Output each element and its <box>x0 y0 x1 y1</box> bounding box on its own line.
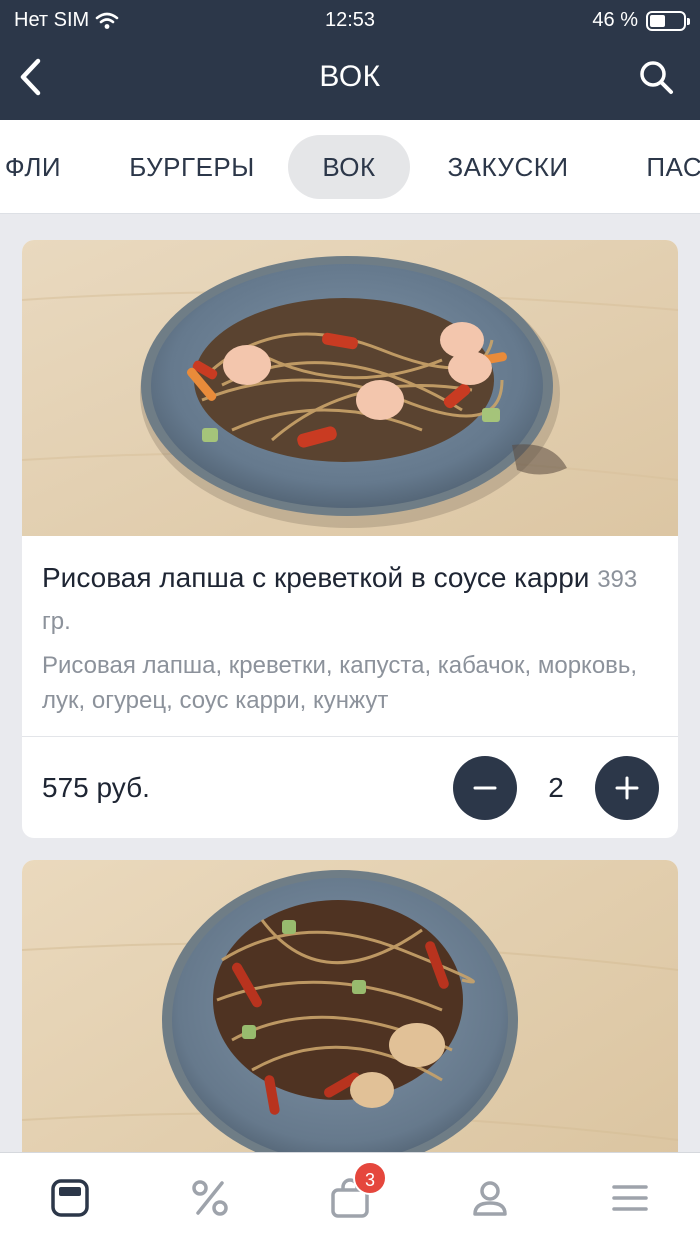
battery-percent: 46 % <box>592 9 638 31</box>
product-image <box>22 240 678 536</box>
tab-burgers[interactable]: БУРГЕРЫ <box>118 135 266 199</box>
product-name: Рисовая лапша с креветкой в соусе карри <box>42 562 590 593</box>
tab-zakuski[interactable]: ЗАКУСКИ <box>432 135 584 199</box>
decrease-quantity-button[interactable] <box>453 756 517 820</box>
bottom-navigation: 3 <box>0 1152 700 1244</box>
nav-profile-button[interactable] <box>465 1173 515 1223</box>
battery-indicator: 46 % <box>592 9 690 32</box>
tab-fli[interactable]: ФЛИ <box>0 135 70 199</box>
plus-icon <box>615 776 639 800</box>
tab-pasta[interactable]: ПАСТ <box>632 135 700 199</box>
search-button[interactable] <box>634 55 678 99</box>
percent-icon <box>192 1180 228 1216</box>
quantity-value: 2 <box>548 772 564 803</box>
menu-icon <box>51 1179 89 1217</box>
increase-quantity-button[interactable] <box>595 756 659 820</box>
page-title: ВОК <box>319 60 381 93</box>
nav-bar: ВОК <box>0 40 700 120</box>
cart-badge: 3 <box>353 1161 387 1195</box>
app-header: Нет SIM 12:53 46 % ВОК <box>0 0 700 120</box>
nav-promo-button[interactable] <box>185 1173 235 1223</box>
battery-tip <box>687 17 690 25</box>
product-description: Рисовая лапша, креветки, капуста, кабачо… <box>42 652 638 714</box>
category-tabs: ФЛИ БУРГЕРЫ ВОК ЗАКУСКИ ПАСТ <box>0 120 700 214</box>
search-icon <box>640 61 673 94</box>
battery-fill <box>650 14 665 27</box>
card-divider <box>22 736 678 737</box>
nav-more-button[interactable] <box>605 1173 655 1223</box>
status-bar: Нет SIM 12:53 46 % <box>0 0 700 40</box>
hamburger-icon <box>612 1185 648 1211</box>
battery-icon <box>646 10 690 31</box>
product-card[interactable]: Рисовая лапша с креветкой в соусе карри … <box>22 240 678 838</box>
minus-icon <box>473 786 497 790</box>
product-price: 575 руб. <box>42 772 150 803</box>
tab-vok[interactable]: ВОК <box>288 135 410 199</box>
nav-menu-button[interactable] <box>45 1173 95 1223</box>
profile-icon <box>473 1181 507 1216</box>
product-title: Рисовая лапша с креветкой в соусе карри … <box>42 558 642 642</box>
